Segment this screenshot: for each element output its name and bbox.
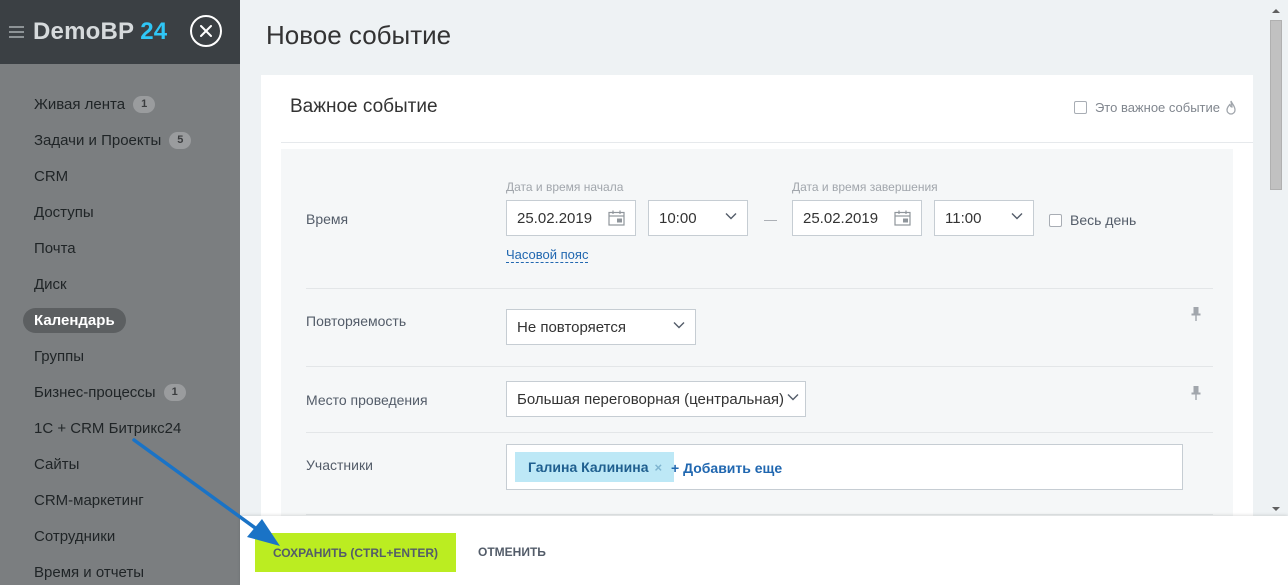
scroll-down-icon[interactable] (1270, 503, 1282, 515)
left-sidebar: DemoBP 24 Живая лента 1 Задачи и Проекты 5 CR… (0, 0, 240, 585)
counter-badge: 5 (169, 131, 192, 149)
sidebar-item[interactable]: Доступы (0, 194, 240, 230)
calendar-icon[interactable] (894, 210, 911, 226)
end-caption: Дата и время завершения (792, 180, 938, 194)
all-day-checkbox[interactable] (1049, 213, 1062, 227)
divider (306, 432, 1213, 433)
chevron-down-icon (673, 322, 685, 329)
location-label: Место проведения (306, 392, 428, 408)
sidebar-item[interactable]: CRM (0, 158, 240, 194)
sidebar-item-label: Задачи и Проекты (34, 131, 162, 149)
repeat-value: Не повторяется (517, 318, 626, 336)
sidebar-item-label: Сайты (34, 455, 80, 473)
sidebar-item[interactable]: Живая лента 1 (0, 86, 240, 122)
sidebar-item-label: 1С + CRM Битрикс24 (34, 419, 182, 437)
form-footer: СОХРАНИТЬ (CTRL+ENTER) ОТМЕНИТЬ (240, 516, 1288, 585)
page-title: Новое событие (266, 20, 452, 50)
start-time-select[interactable]: 10:00 (648, 200, 748, 236)
menu-icon[interactable] (9, 26, 24, 38)
logo-number: 24 (140, 18, 168, 45)
sidebar-item-label: Группы (34, 347, 84, 365)
logo[interactable]: DemoBP 24 (33, 18, 167, 46)
important-checkbox[interactable] (1073, 101, 1087, 114)
sidebar-item-label: Сотрудники (34, 527, 116, 545)
sidebar-item-label: Живая лента (34, 95, 126, 113)
location-select[interactable]: Большая переговорная (центральная) (506, 381, 806, 417)
pin-icon[interactable] (1191, 385, 1201, 401)
scrollbar-thumb[interactable] (1270, 20, 1282, 190)
sidebar-item[interactable]: Сотрудники (0, 518, 240, 554)
start-time-value: 10:00 (659, 209, 697, 227)
end-time-select[interactable]: 11:00 (934, 200, 1034, 236)
sidebar-item-label: Почта (34, 239, 76, 257)
repeat-select[interactable]: Не повторяется (506, 309, 696, 345)
location-value: Большая переговорная (центральная) (517, 390, 785, 408)
counter-badge: 1 (133, 95, 156, 113)
logo-text: DemoBP (33, 18, 135, 45)
calendar-icon[interactable] (608, 210, 625, 226)
divider (306, 514, 1213, 515)
sidebar-item-label: Диск (34, 275, 67, 293)
important-label: Это важное событие (1094, 100, 1220, 115)
important-event-toggle[interactable]: Это важное событие (1073, 100, 1236, 115)
flame-icon (1226, 100, 1236, 115)
event-form: Время Дата и время начала Дата и время з… (281, 149, 1233, 520)
sidebar-item[interactable]: Почта (0, 230, 240, 266)
scroll-up-icon[interactable] (1270, 5, 1282, 17)
attendee-chip[interactable]: Галина Калинина × (515, 452, 675, 482)
repeat-label: Повторяемость (306, 313, 407, 329)
event-name-input[interactable]: Важное событие (290, 96, 438, 118)
sidebar-item[interactable]: Время и отчеты (0, 554, 240, 585)
sidebar-item[interactable]: Календарь (0, 302, 240, 338)
add-attendee-link[interactable]: + Добавить еще (671, 460, 782, 476)
sidebar-menu: Живая лента 1 Задачи и Проекты 5 CRM Доступы П… (0, 86, 240, 585)
sidebar-item-label: Доступы (34, 203, 94, 221)
counter-badge: 1 (163, 383, 186, 401)
remove-attendee-icon[interactable]: × (654, 460, 662, 475)
close-icon (200, 25, 212, 37)
close-slider-button[interactable] (190, 15, 222, 47)
sidebar-header: DemoBP 24 (0, 0, 240, 64)
sidebar-item-label: Бизнес-процессы (34, 383, 156, 401)
divider (281, 142, 1253, 143)
start-caption: Дата и время начала (506, 180, 624, 194)
attendees-label: Участники (306, 457, 373, 473)
chevron-down-icon (725, 213, 737, 220)
chevron-down-icon (1011, 213, 1023, 220)
sidebar-item[interactable]: CRM-маркетинг (0, 482, 240, 518)
sidebar-item-label: CRM-маркетинг (34, 491, 144, 509)
all-day-toggle[interactable]: Весь день (1049, 212, 1136, 228)
sidebar-item-label: Календарь (23, 307, 126, 333)
time-label: Время (306, 211, 349, 227)
all-day-label: Весь день (1070, 212, 1137, 228)
sidebar-item[interactable]: Сайты (0, 446, 240, 482)
end-date-value: 25.02.2019 (803, 209, 879, 227)
sidebar-item[interactable]: Диск (0, 266, 240, 302)
event-slider: Новое событие Важное событие Это важное … (240, 0, 1288, 585)
pin-icon[interactable] (1191, 306, 1201, 322)
end-time-value: 11:00 (945, 209, 982, 227)
attendees-field[interactable]: Галина Калинина × + Добавить еще (506, 444, 1183, 490)
timezone-link[interactable]: Часовой пояс (506, 247, 589, 263)
chevron-down-icon (787, 394, 799, 401)
sidebar-item[interactable]: 1С + CRM Битрикс24 (0, 410, 240, 446)
time-separator: — (764, 212, 777, 227)
sidebar-item-label: Время и отчеты (34, 563, 145, 581)
end-date-input[interactable]: 25.02.2019 (792, 200, 922, 236)
event-form-card: Важное событие Это важное событие Время … (261, 75, 1253, 520)
save-button[interactable]: СОХРАНИТЬ (CTRL+ENTER) (255, 533, 456, 572)
attendee-name: Галина Калинина (528, 459, 649, 475)
sidebar-item[interactable]: Группы (0, 338, 240, 374)
sidebar-item[interactable]: Задачи и Проекты 5 (0, 122, 240, 158)
divider (306, 288, 1213, 289)
sidebar-item-label: CRM (34, 167, 69, 185)
divider (306, 366, 1213, 367)
start-date-input[interactable]: 25.02.2019 (506, 200, 636, 236)
start-date-value: 25.02.2019 (517, 209, 593, 227)
cancel-button[interactable]: ОТМЕНИТЬ (478, 545, 546, 559)
sidebar-item[interactable]: Бизнес-процессы 1 (0, 374, 240, 410)
